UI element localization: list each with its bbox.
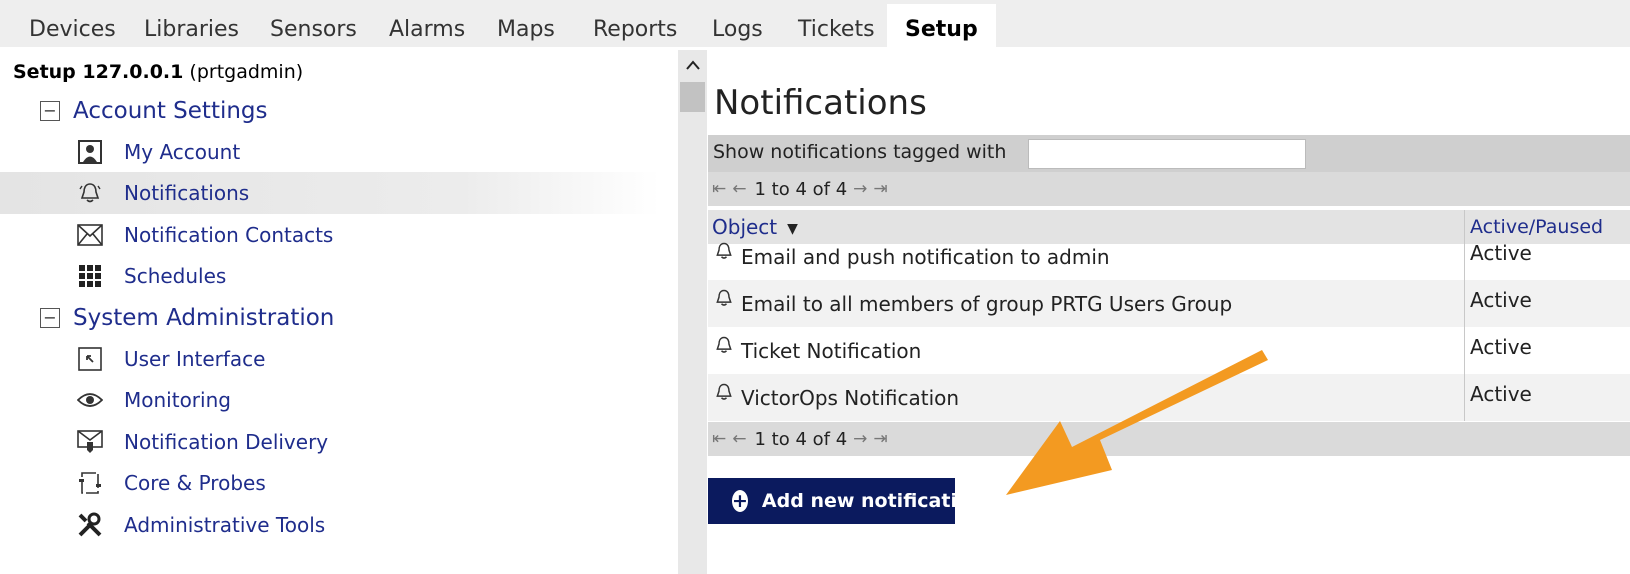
table-row[interactable]: Ticket Notification Active (708, 327, 1630, 374)
pager-range: 1 to 4 of 4 (754, 178, 848, 200)
sidebar-item-label: Notifications (124, 181, 250, 205)
first-page-icon[interactable]: ⇤ (712, 179, 726, 199)
collapse-icon[interactable]: − (40, 308, 60, 328)
tab-logs[interactable]: Logs (712, 4, 763, 47)
group-label: System Administration (73, 305, 335, 331)
sidebar-item-schedules[interactable]: Schedules (0, 255, 660, 297)
collapse-icon[interactable]: − (40, 101, 60, 121)
tab-reports[interactable]: Reports (593, 4, 677, 47)
setup-host: Setup 127.0.0.1 (13, 61, 184, 83)
pager-range: 1 to 4 of 4 (754, 428, 848, 450)
sidebar-item-label: Notification Delivery (124, 430, 329, 454)
notification-name[interactable]: VictorOps Notification (741, 386, 959, 410)
eye-icon (76, 386, 104, 414)
tab-maps[interactable]: Maps (497, 4, 555, 47)
prev-page-icon[interactable]: ← (732, 429, 746, 449)
scrollbar-thumb[interactable] (680, 82, 705, 112)
last-page-icon[interactable]: ⇥ (873, 179, 887, 199)
page-title: Notifications (714, 83, 927, 123)
status-text: Active (1470, 335, 1532, 359)
notification-name[interactable]: Email to all members of group PRTG Users… (741, 292, 1232, 316)
sidebar-item-notification-contacts[interactable]: Notification Contacts (0, 214, 660, 256)
setup-breadcrumb: Setup 127.0.0.1 (prtgadmin) (13, 61, 303, 83)
user-icon (76, 138, 104, 166)
tag-filter-input[interactable] (1028, 139, 1306, 169)
next-page-icon[interactable]: → (853, 179, 867, 199)
sidebar-item-notification-delivery[interactable]: Notification Delivery (0, 421, 660, 463)
bell-icon (714, 241, 734, 266)
sidebar-item-label: Core & Probes (124, 471, 266, 495)
notification-name[interactable]: Ticket Notification (741, 339, 921, 363)
tab-sensors[interactable]: Sensors (270, 4, 357, 47)
sidebar-item-label: Administrative Tools (124, 513, 326, 537)
delivery-icon (76, 428, 104, 456)
bell-icon (714, 335, 734, 360)
cursor-icon (76, 345, 104, 373)
sidebar-item-label: User Interface (124, 347, 266, 371)
pager-top: ⇤ ← 1 to 4 of 4 → ⇥ (708, 172, 1630, 206)
tree-scrollbar[interactable] (678, 50, 707, 574)
tab-setup[interactable]: Setup (887, 4, 996, 47)
sidebar-item-administrative-tools[interactable]: Administrative Tools (0, 504, 660, 546)
tab-devices[interactable]: Devices (29, 4, 116, 47)
add-new-notification-button[interactable]: + Add new notification (708, 478, 984, 524)
top-navigation-bar: Devices Libraries Sensors Alarms Maps Re… (0, 0, 1630, 47)
probes-icon (76, 469, 104, 497)
prev-page-icon[interactable]: ← (732, 179, 746, 199)
last-page-icon[interactable]: ⇥ (873, 429, 887, 449)
filter-label: Show notifications tagged with (713, 141, 1007, 163)
grid-icon (76, 262, 104, 290)
bell-icon (714, 288, 734, 313)
bell-icon (714, 382, 734, 407)
notification-name[interactable]: Email and push notification to admin (741, 245, 1110, 269)
bell-icon (76, 179, 104, 207)
first-page-icon[interactable]: ⇤ (712, 429, 726, 449)
column-divider (1464, 327, 1465, 374)
pager-bottom: ⇤ ← 1 to 4 of 4 → ⇥ (708, 422, 1630, 456)
table-row[interactable]: Email to all members of group PRTG Users… (708, 280, 1630, 327)
sidebar-item-core-probes[interactable]: Core & Probes (0, 462, 660, 504)
sidebar-item-label: My Account (124, 140, 241, 164)
chevron-up-icon[interactable] (678, 50, 707, 80)
plus-circle-icon: + (732, 490, 748, 512)
group-system-administration[interactable]: − System Administration (40, 303, 334, 333)
group-label: Account Settings (73, 98, 268, 124)
setup-user: (prtgadmin) (189, 61, 304, 83)
tab-tickets[interactable]: Tickets (798, 4, 875, 47)
status-text: Active (1470, 241, 1532, 265)
sidebar-item-user-interface[interactable]: User Interface (0, 338, 660, 380)
envelope-icon (76, 221, 104, 249)
sidebar-item-notifications[interactable]: Notifications (0, 172, 660, 214)
tools-icon (76, 511, 104, 539)
table-row[interactable]: Email and push notification to admin Act… (708, 233, 1630, 280)
setup-tree-panel: Setup 127.0.0.1 (prtgadmin) − Account Se… (0, 47, 680, 574)
column-divider (1464, 280, 1465, 327)
tab-libraries[interactable]: Libraries (144, 4, 239, 47)
status-text: Active (1470, 288, 1532, 312)
add-button-label: Add new notification (761, 490, 984, 512)
group-account-settings[interactable]: − Account Settings (40, 96, 268, 126)
sidebar-item-label: Notification Contacts (124, 223, 334, 247)
sidebar-item-monitoring[interactable]: Monitoring (0, 379, 660, 421)
tag-filter-bar: Show notifications tagged with (708, 135, 1630, 172)
table-row[interactable]: VictorOps Notification Active (708, 374, 1630, 421)
tab-alarms[interactable]: Alarms (389, 4, 465, 47)
column-divider (1464, 233, 1465, 280)
status-text: Active (1470, 382, 1532, 406)
column-divider (1464, 374, 1465, 421)
next-page-icon[interactable]: → (853, 429, 867, 449)
sidebar-item-label: Monitoring (124, 388, 231, 412)
notifications-content: Notifications Show notifications tagged … (708, 47, 1630, 574)
sidebar-item-my-account[interactable]: My Account (0, 131, 660, 173)
sidebar-item-label: Schedules (124, 264, 227, 288)
